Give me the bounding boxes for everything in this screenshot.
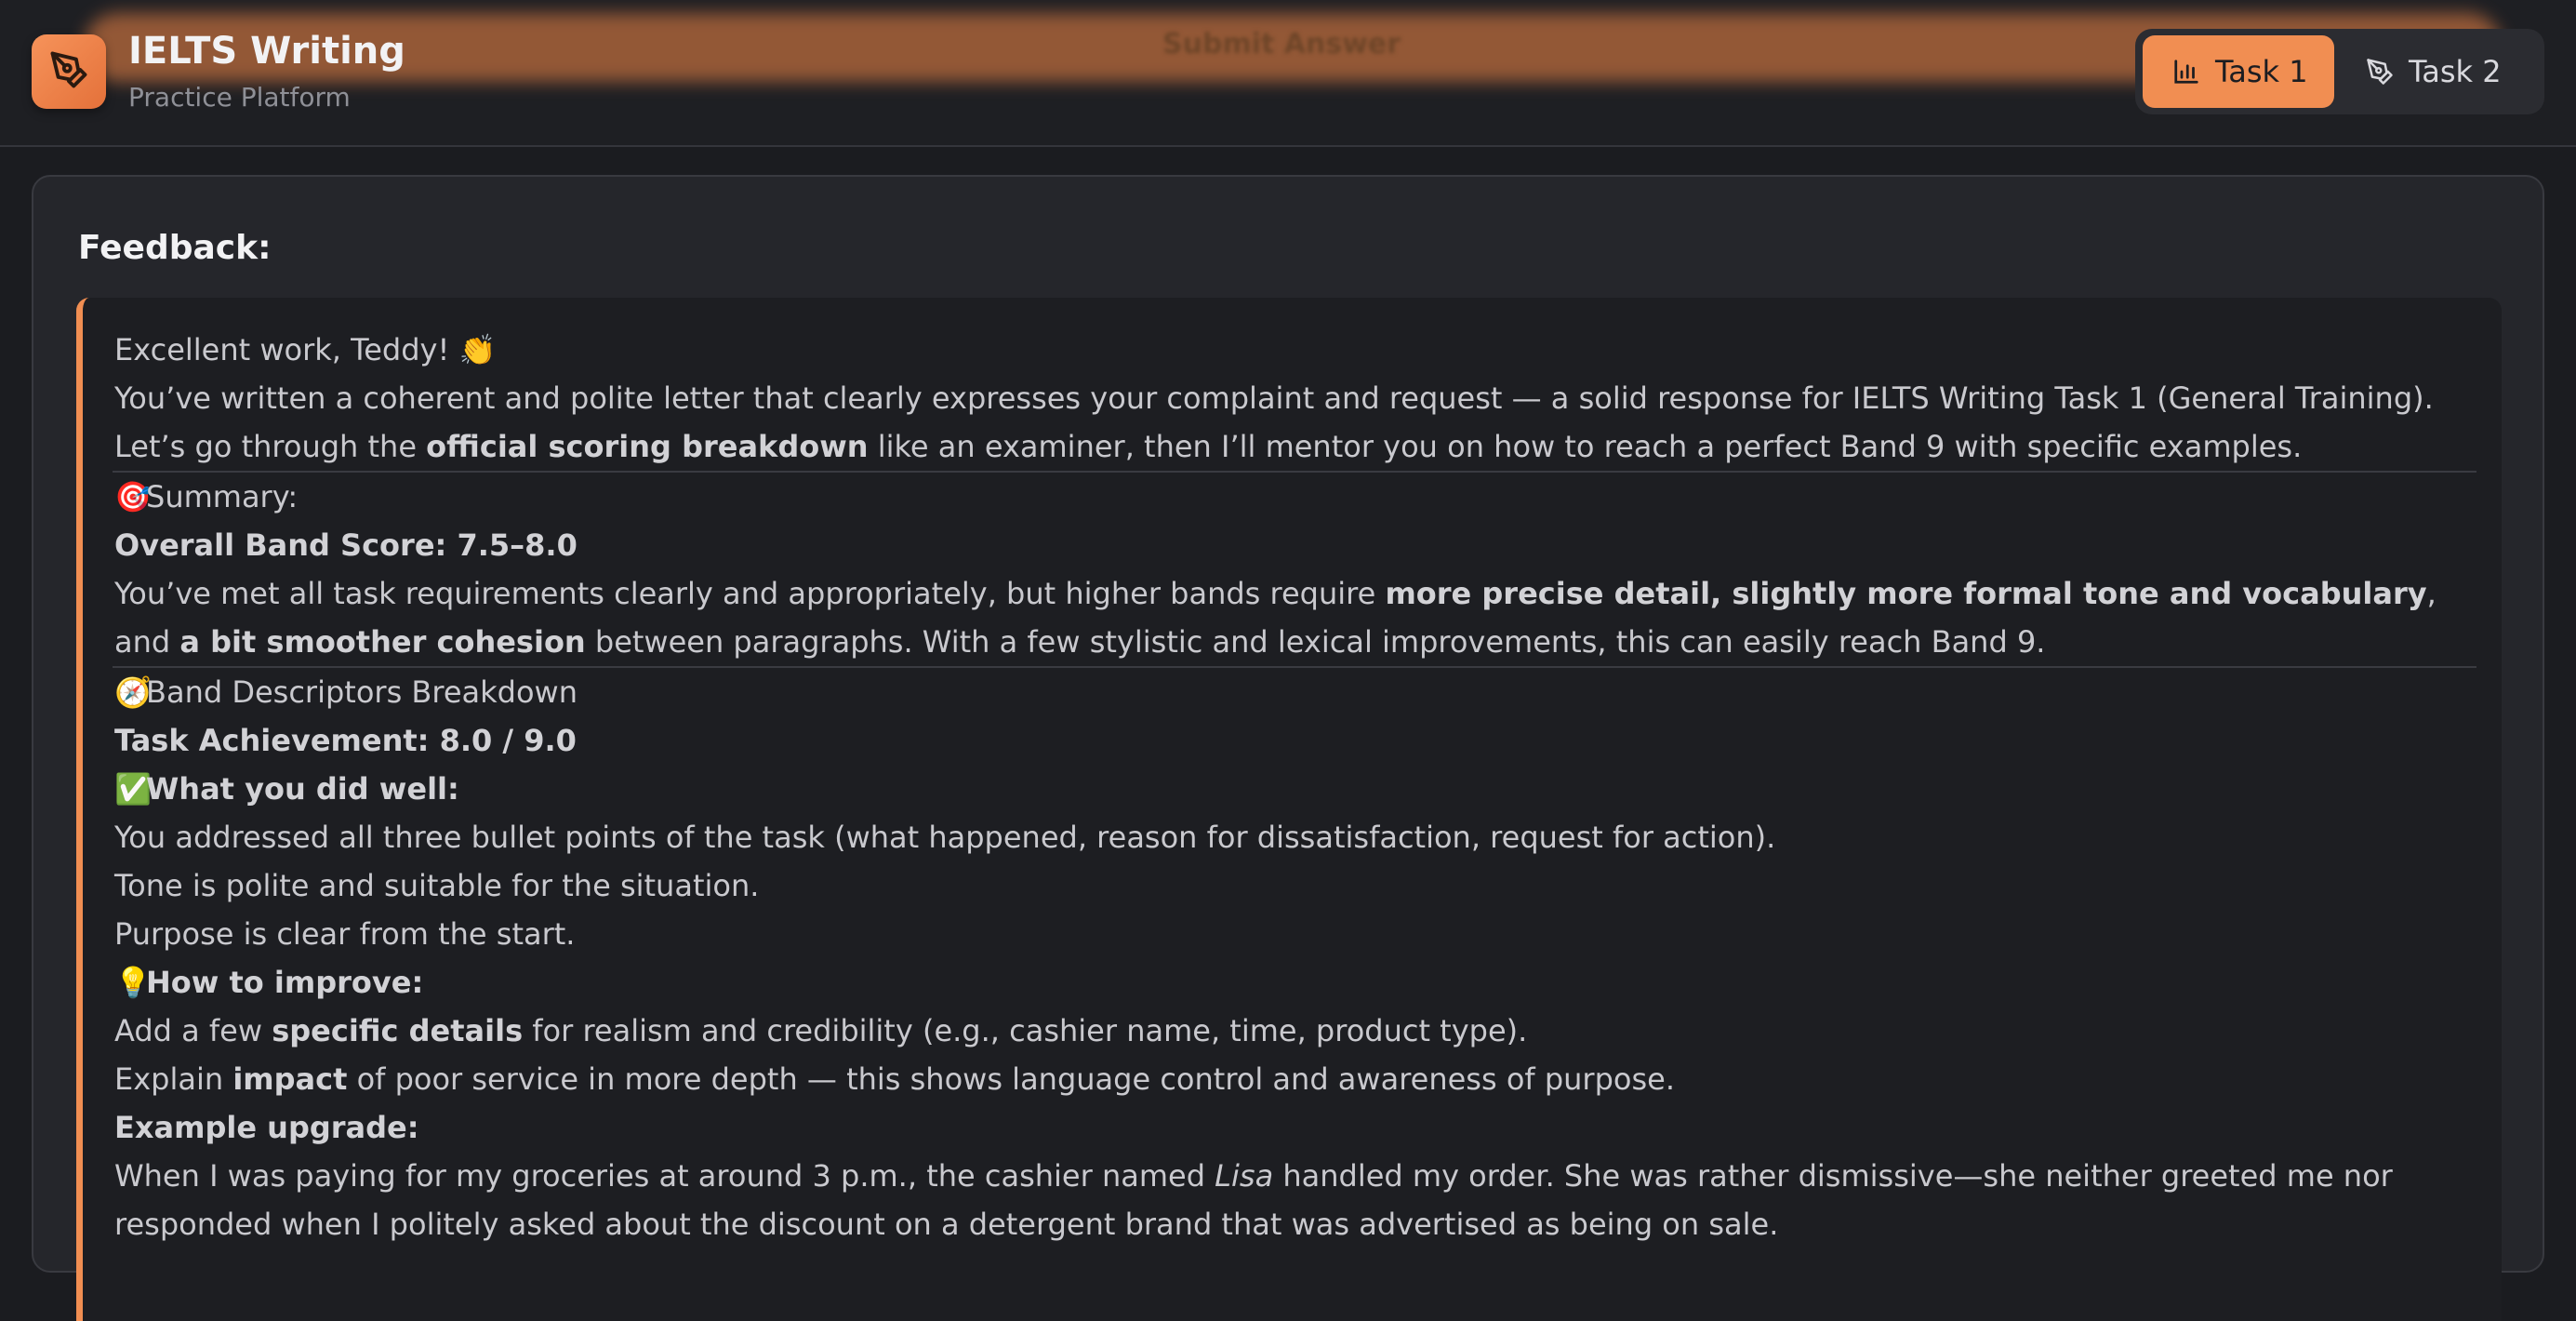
summary-heading: 🎯Summary:: [114, 473, 2476, 521]
text-bold: a bit smoother cohesion: [179, 624, 586, 660]
text-bold: impact: [232, 1061, 348, 1097]
light-bulb-icon: 💡: [114, 965, 152, 1000]
list-item: You addressed all three bullet points of…: [114, 820, 1776, 855]
breakdown-heading: 🧭Band Descriptors Breakdown: [114, 668, 2476, 716]
submit-answer-label: Submit Answer: [1162, 28, 1401, 60]
logo: [32, 34, 106, 109]
text: You’ve met all task requirements clearly…: [114, 576, 1386, 611]
feedback-card: Feedback: Excellent work, Teddy! 👏 You’v…: [32, 175, 2544, 1321]
list-item: Add a few specific details for realism a…: [114, 1007, 2476, 1055]
app-title: IELTS Writing: [128, 30, 405, 73]
text-bold: specific details: [272, 1013, 524, 1048]
text: for realism and credibility (e.g., cashi…: [523, 1013, 1528, 1048]
example-heading: Example upgrade:: [114, 1110, 419, 1145]
feedback-content-box: Excellent work, Teddy! 👏 You’ve written …: [76, 298, 2502, 1321]
text: Let’s go through the: [114, 429, 427, 464]
tab-task-1[interactable]: Task 1: [2143, 35, 2334, 108]
app-header: Submit Answer IELTS Writing Practice Pla…: [0, 0, 2576, 147]
target-icon: 🎯: [114, 479, 152, 514]
pen-tool-icon: [49, 50, 88, 93]
summary-paragraph: You’ve met all task requirements clearly…: [114, 569, 2476, 666]
improve-heading-text: How to improve:: [146, 965, 424, 1000]
overall-band-score: Overall Band Score: 7.5–8.0: [114, 527, 578, 563]
text-bold: official scoring breakdown: [426, 429, 869, 464]
summary-heading-text: Summary:: [146, 479, 299, 514]
text: Explain: [114, 1061, 233, 1097]
text: like an examiner, then I’ll mentor you o…: [868, 429, 2303, 464]
feedback-title: Feedback:: [78, 229, 272, 267]
tab-task-2[interactable]: Task 2: [2344, 35, 2535, 108]
text-bold: more precise detail, slightly more forma…: [1385, 576, 2427, 611]
intro-scoring-line: Let’s go through the official scoring br…: [114, 422, 2476, 471]
text: between paragraphs. With a few stylistic…: [585, 624, 2046, 660]
list-item: Purpose is clear from the start.: [114, 916, 576, 952]
compass-icon: 🧭: [114, 674, 152, 710]
task-tabs: Task 1 Task 2: [2135, 29, 2544, 114]
intro-line: You’ve written a coherent and polite let…: [114, 380, 2434, 416]
pen-tool-icon: [2366, 58, 2394, 86]
list-item: Tone is polite and suitable for the situ…: [114, 868, 760, 903]
well-heading-text: What you did well:: [146, 771, 459, 807]
list-item: Explain impact of poor service in more d…: [114, 1055, 2476, 1103]
text: When I was paying for my groceries at ar…: [114, 1158, 1215, 1194]
example-paragraph: When I was paying for my groceries at ar…: [114, 1152, 2476, 1248]
breakdown-heading-text: Band Descriptors Breakdown: [146, 674, 578, 710]
well-heading: ✅What you did well:: [114, 765, 2476, 813]
text: of poor service in more depth — this sho…: [347, 1061, 1675, 1097]
improve-heading: 💡How to improve:: [114, 958, 2476, 1007]
text: Add a few: [114, 1013, 272, 1048]
app-subtitle: Practice Platform: [128, 82, 351, 113]
text-italic: Lisa: [1215, 1158, 1274, 1194]
tab-task-1-label: Task 1: [2215, 54, 2308, 89]
feedback-text: Excellent work, Teddy! 👏 You’ve written …: [113, 326, 2476, 1248]
bar-chart-icon: [2172, 58, 2200, 86]
task-achievement-score: Task Achievement: 8.0 / 9.0: [114, 723, 577, 758]
check-mark-icon: ✅: [114, 771, 152, 807]
greeting: Excellent work, Teddy! 👏: [114, 332, 497, 367]
tab-task-2-label: Task 2: [2409, 54, 2502, 89]
